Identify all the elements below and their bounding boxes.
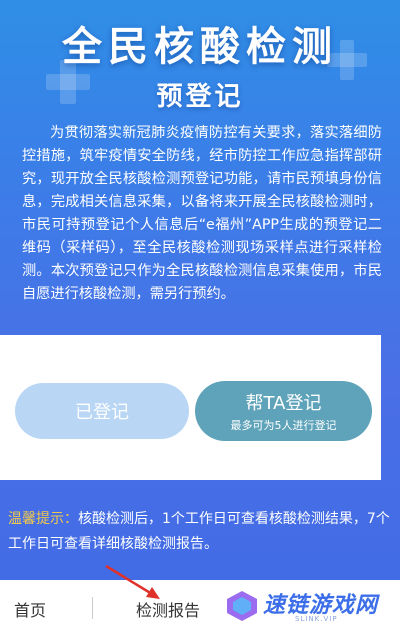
register-for-others-label: 帮TA登记 [245, 393, 322, 414]
tab-divider [92, 597, 93, 619]
tips-block: 温馨提示：核酸检测后，1个工作日可查看核酸检测结果，7个工作日可查看详细核酸检测… [8, 507, 390, 557]
page-title: 全民核酸检测 [62, 24, 338, 70]
tab-test-report[interactable]: 检测报告 [136, 580, 200, 637]
watermark-logo-icon [227, 591, 257, 621]
register-for-others-button[interactable]: 帮TA登记 最多可为5人进行登记 [195, 381, 372, 441]
watermark-subtext: SLINK.VIP [295, 615, 338, 623]
tab-home[interactable]: 首页 [14, 580, 46, 637]
registered-button[interactable]: 已登记 [15, 383, 189, 439]
registration-page: 全民核酸检测 预登记 为贯彻落实新冠肺炎疫情防控有关要求，落实落细防控措施，筑牢… [0, 0, 400, 637]
intro-text: 为贯彻落实新冠肺炎疫情防控有关要求，落实落细防控措施，筑牢疫情安全防线，经市防控… [22, 125, 382, 302]
tips-label: 温馨提示： [8, 511, 78, 527]
register-limit-note: 最多可为5人进行登记 [230, 419, 337, 432]
page-subtitle: 预登记 [156, 82, 244, 112]
watermark: 速链游戏网 SLINK.VIP [225, 585, 395, 633]
